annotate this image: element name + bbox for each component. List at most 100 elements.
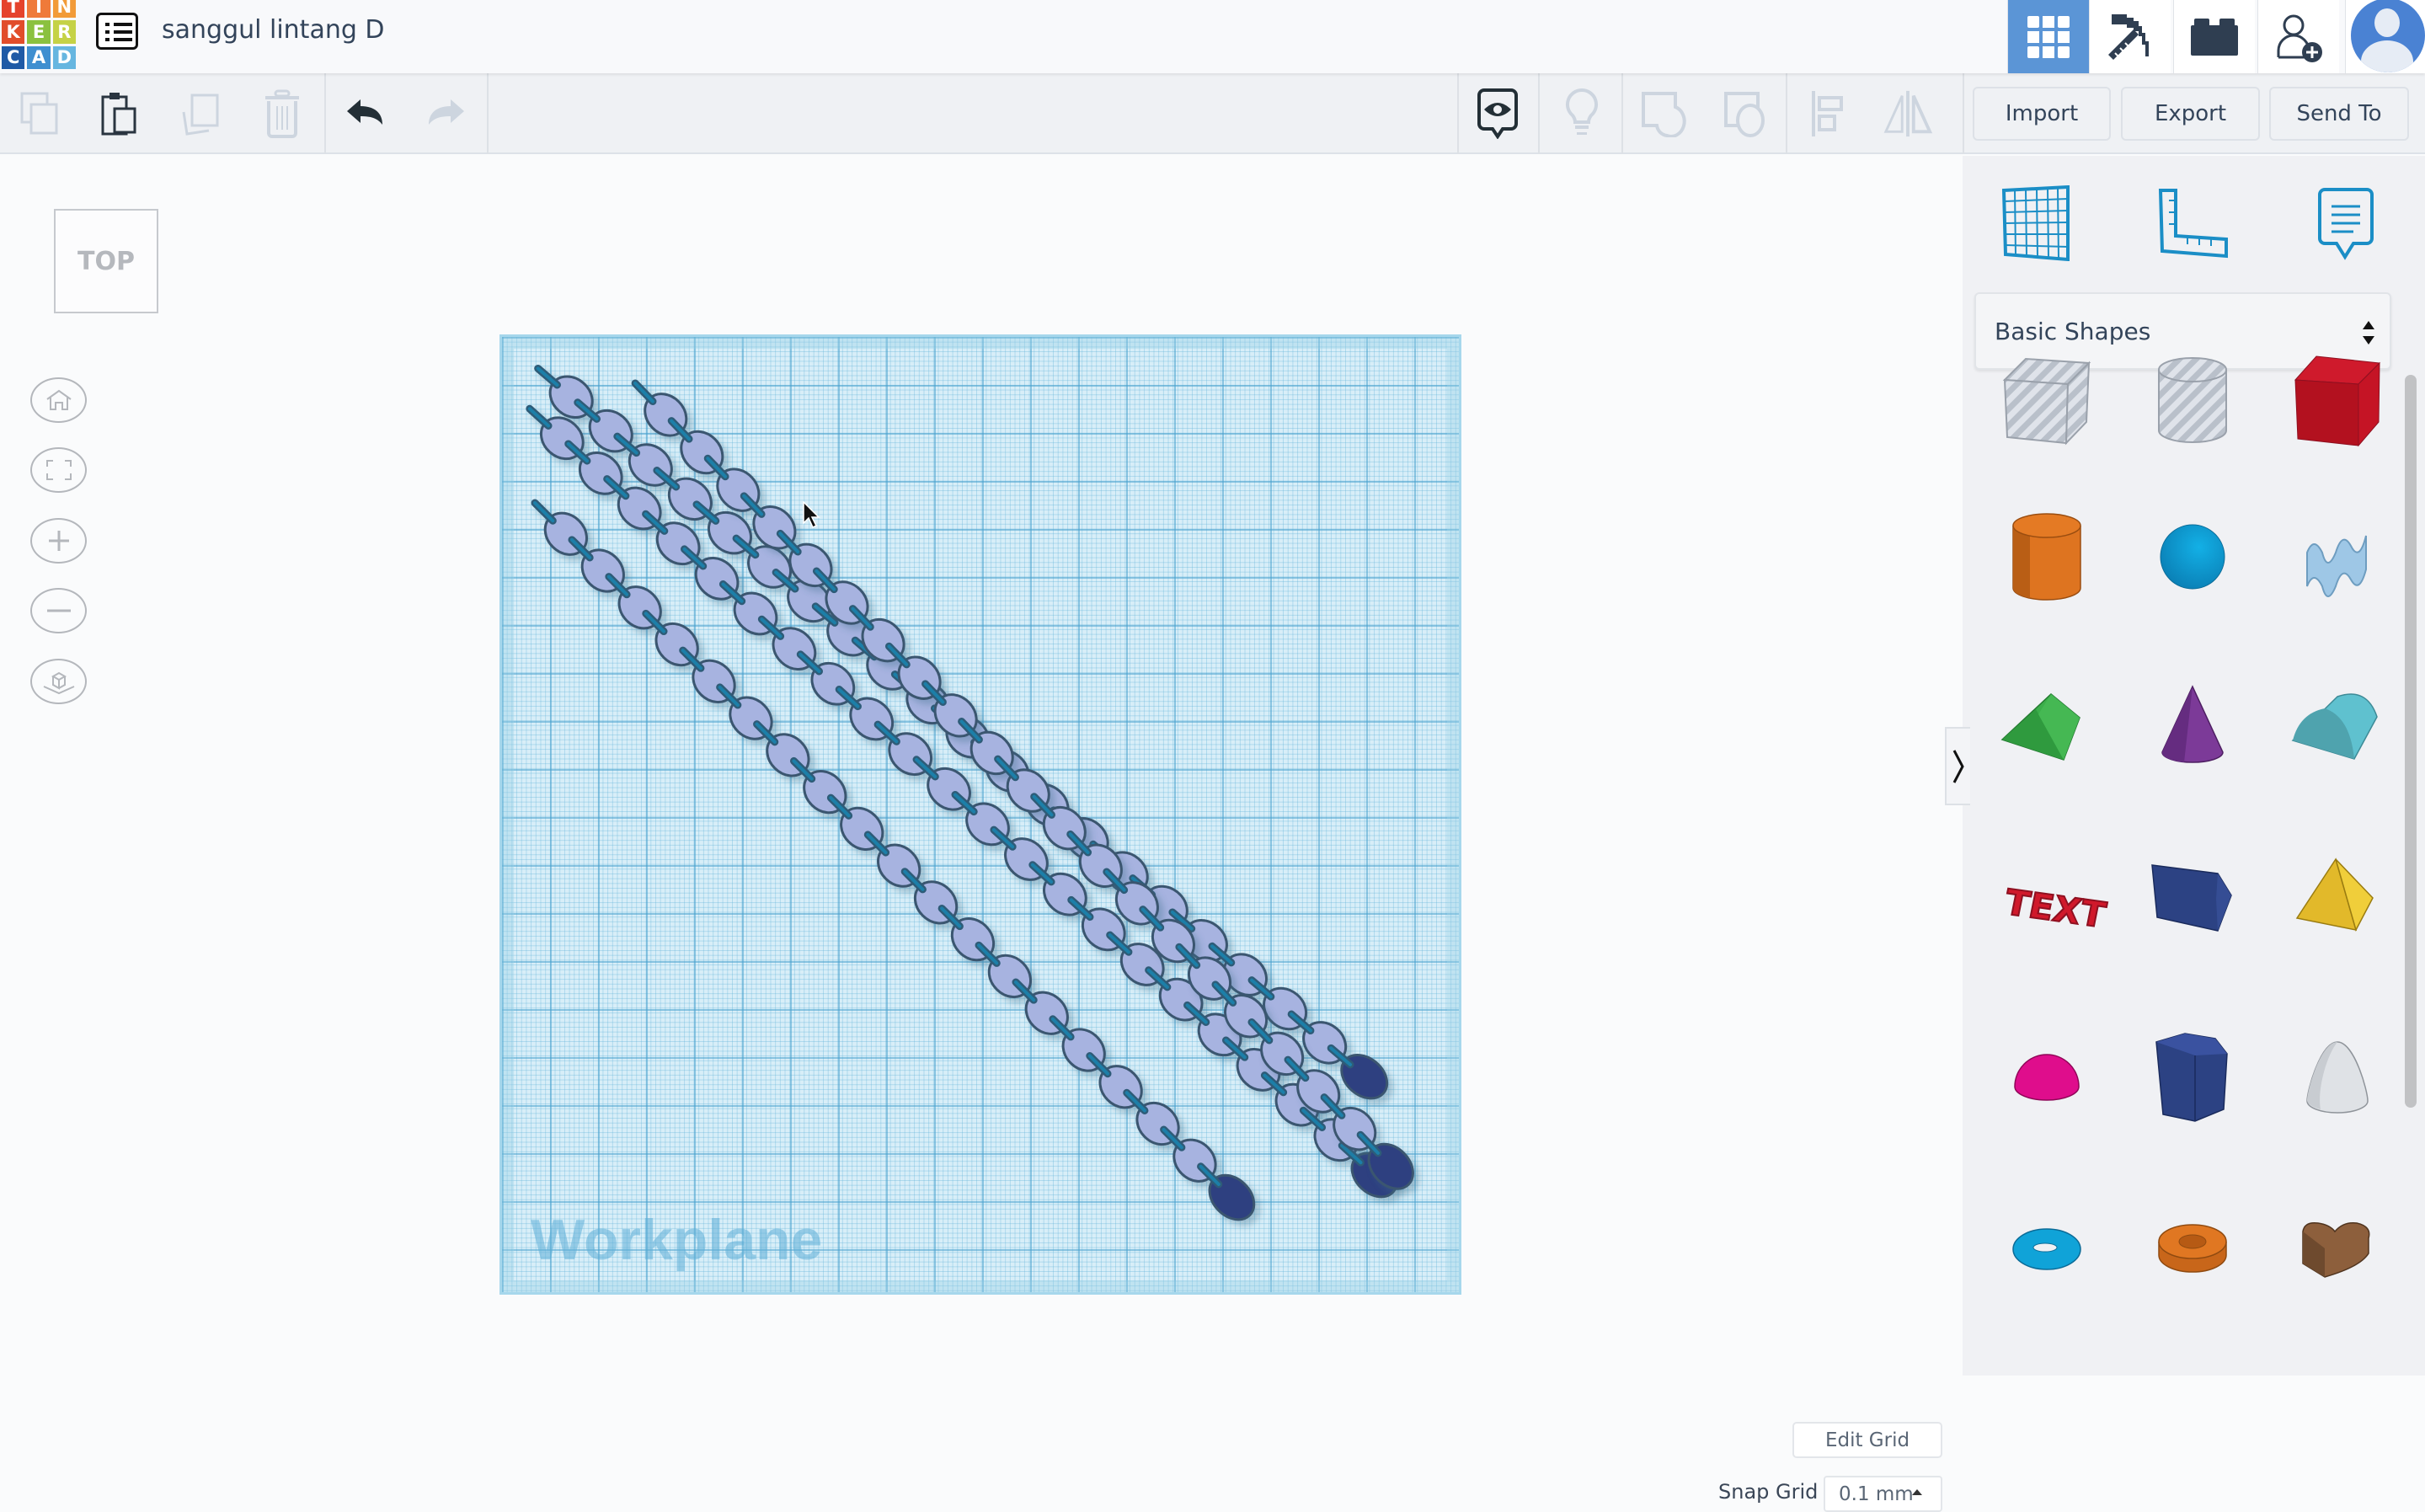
lightbulb-button[interactable] [1557,88,1607,139]
ruler-tool-button[interactable] [2155,181,2230,265]
workplane-grid-icon [2001,185,2070,261]
polygon-icon [2151,864,2232,932]
shape-cone[interactable] [2138,672,2247,782]
send-to-button[interactable]: Send To [2269,87,2409,141]
pyramid-icon [2295,858,2374,932]
panel-collapse-toggle[interactable] [1945,727,1970,805]
shape-half-sphere[interactable] [1992,1023,2102,1133]
notes-tool-button[interactable] [2308,181,2384,265]
torus-icon [2012,1228,2081,1270]
logo-letter: I [27,0,51,19]
paraboloid-icon [2306,1041,2369,1114]
cylinder-hole-icon [2158,357,2227,443]
shape-box[interactable] [2283,346,2392,456]
shape-cylinder[interactable] [1992,502,2102,612]
title-bar: TIN KER CAD sanggul lintang D [0,0,2425,73]
group-button[interactable] [1638,88,1689,139]
shape-hexagonal-prism[interactable] [2138,1023,2247,1133]
chain[interactable] [631,379,1422,1198]
cone-icon [2161,685,2224,763]
chain-connector [536,366,559,387]
shape-roof[interactable] [1992,672,2102,782]
shape-polygon[interactable] [2138,845,2247,954]
workplane-label: Workplane [531,1208,823,1272]
design-list-button[interactable] [96,13,138,50]
shape-category-value: Basic Shapes [1995,317,2151,345]
align-button[interactable] [1803,88,1853,139]
document-title[interactable]: sanggul lintang D [162,15,385,45]
note-comment-icon [2318,188,2374,260]
shapes-scrollbar[interactable] [2405,375,2417,1108]
mouse-cursor [803,501,820,529]
chain[interactable] [531,499,1263,1228]
chain-models[interactable] [502,337,1464,1297]
duplicate-button[interactable] [177,88,227,139]
view-cube[interactable]: TOP [54,209,158,313]
zoom-in-button[interactable] [30,518,87,564]
lego-button[interactable] [2173,0,2255,73]
shape-text[interactable]: TEXT [1992,845,2109,954]
3d-viewport[interactable]: TOP Workplane Edit Grid Snap Grid 0.1 mm [0,156,1963,1512]
import-button[interactable]: Import [1973,87,2111,141]
chain[interactable] [534,364,1396,1107]
minus-icon [46,609,71,612]
logo-letter: D [52,45,76,69]
fit-all-button[interactable] [30,447,87,493]
mirror-button[interactable] [1883,88,1933,139]
minecraft-button[interactable] [2089,0,2171,73]
shape-pyramid[interactable] [2283,845,2392,954]
chain-connector [633,381,654,403]
workplane-tool-button[interactable] [1998,181,2074,265]
plus-icon [48,531,69,551]
tinkercad-logo[interactable]: TIN KER CAD [2,0,76,69]
user-avatar[interactable] [2345,0,2425,73]
shape-scribble[interactable] [2283,502,2392,612]
delete-button[interactable] [257,88,307,139]
shape-sphere[interactable] [2138,502,2247,612]
logo-letter: N [52,0,76,19]
chain[interactable] [526,404,1406,1205]
lightbulb-icon [1565,88,1599,135]
ungroup-icon [1724,92,1765,137]
3d-design-button[interactable] [2007,0,2089,73]
paste-button[interactable] [94,88,145,139]
shapes-panel: Basic Shapes TEXT [1963,156,2425,1376]
redo-button[interactable] [419,88,470,139]
scribble-icon [2306,535,2367,597]
logo-letter: C [2,45,25,69]
home-view-button[interactable] [30,377,87,423]
cylinder-icon [2012,513,2081,601]
ruler-icon [2158,189,2228,259]
invite-button[interactable] [2257,0,2339,73]
workplane[interactable]: Workplane [499,334,1461,1295]
shape-tube[interactable] [2138,1194,2247,1304]
roof-icon [2000,693,2080,761]
chain-connector [527,407,551,428]
copy-button[interactable] [15,88,66,139]
shape-box-hole[interactable] [1992,346,2102,456]
toolbar: Import Export Send To [0,73,2425,154]
shape-round-roof[interactable] [2283,672,2392,782]
export-button[interactable]: Export [2121,87,2260,141]
eye-comment-icon [1477,88,1518,139]
shape-torus[interactable] [1992,1194,2102,1304]
half-sphere-icon [2014,1054,2080,1101]
notes-visibility-button[interactable] [1472,88,1523,139]
shape-paraboloid[interactable] [2283,1023,2392,1133]
cube-icon [43,671,74,695]
heart-icon [2302,1221,2370,1278]
snap-grid-select[interactable]: 0.1 mm [1824,1476,1942,1512]
zoom-out-button[interactable] [30,588,87,633]
undo-button[interactable] [341,88,392,139]
shape-heart[interactable] [2283,1194,2392,1304]
edit-grid-button[interactable]: Edit Grid [1792,1422,1942,1458]
undo-icon [347,99,382,125]
home-icon [45,389,72,410]
perspective-button[interactable] [30,659,87,704]
ungroup-button[interactable] [1721,88,1771,139]
add-user-icon [2277,14,2322,62]
logo-letter: T [2,0,25,19]
shape-cylinder-hole[interactable] [2138,346,2247,456]
pickaxe-icon [2108,13,2149,60]
logo-letter: A [27,45,51,69]
